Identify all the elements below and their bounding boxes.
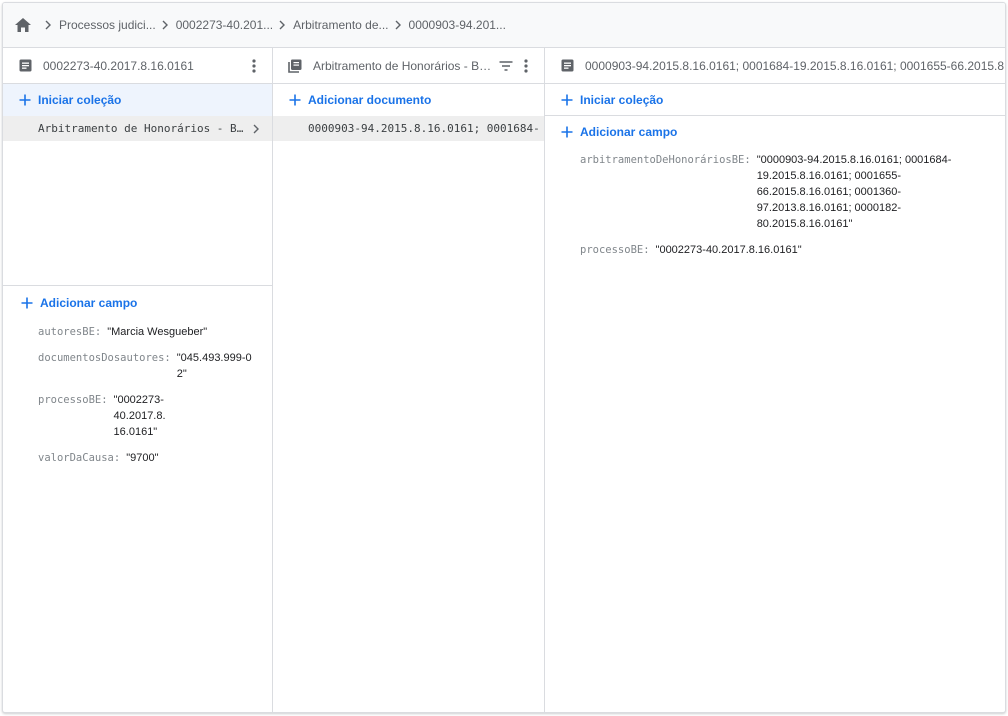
field-row[interactable]: processoBE: "0002273-40.2017.8.16.0161" xyxy=(38,392,260,440)
document-item[interactable]: 0000903-94.2015.8.16.0161; 0001684- xyxy=(273,116,544,141)
add-document-button[interactable]: Adicionar documento xyxy=(273,84,544,116)
start-collection-label: Iniciar coleção xyxy=(580,92,664,107)
field-key: documentosDosautores: xyxy=(38,352,171,364)
start-collection-button[interactable]: Iniciar coleção xyxy=(545,84,1005,116)
field-row[interactable]: valorDaCausa: "9700" xyxy=(38,450,260,466)
breadcrumb: Processos judici... 0002273-40.201... Ar… xyxy=(3,3,1005,48)
panel-header: 0002273-40.2017.8.16.0161 xyxy=(3,48,272,84)
more-vert-icon[interactable] xyxy=(516,56,536,76)
collection-item[interactable]: Arbitramento de Honorários - B... xyxy=(3,116,272,141)
field-key: arbitramentoDeHonoráriosBE: xyxy=(580,154,751,166)
chevron-right-icon xyxy=(250,123,262,135)
field-key: processoBE: xyxy=(38,394,108,406)
breadcrumb-item-document[interactable]: 0002273-40.201... xyxy=(176,18,273,32)
panel-title: 0002273-40.2017.8.16.0161 xyxy=(43,58,194,73)
plus-icon xyxy=(19,295,35,311)
field-list: autoresBE: "Marcia Wesgueber" documentos… xyxy=(38,324,260,466)
start-collection-label: Iniciar coleção xyxy=(38,93,122,107)
field-key: processoBE: xyxy=(580,244,650,256)
plus-icon xyxy=(17,92,33,108)
field-value: "0002273-40.2017.8.16.0161" xyxy=(113,394,166,438)
chevron-right-icon xyxy=(275,18,289,32)
field-key: valorDaCausa: xyxy=(38,452,121,464)
field-list: arbitramentoDeHonoráriosBE: "0000903-94.… xyxy=(545,148,1005,258)
breadcrumb-item-subdocument[interactable]: 0000903-94.201... xyxy=(409,18,506,32)
field-key: autoresBE: xyxy=(38,326,102,338)
chevron-right-icon xyxy=(41,18,55,32)
panel-title: 0000903-94.2015.8.16.0161; 0001684-19.20… xyxy=(585,58,1006,73)
breadcrumb-item-collection[interactable]: Processos judici... xyxy=(59,18,156,32)
panel-header: Arbitramento de Honorários - Base d... xyxy=(273,48,544,84)
add-field-label: Adicionar campo xyxy=(40,296,138,310)
panels: 0002273-40.2017.8.16.0161 Iniciar coleçã… xyxy=(3,48,1005,712)
plus-icon xyxy=(287,92,303,108)
field-row[interactable]: processoBE: "0002273-40.2017.8.16.0161" xyxy=(580,242,1005,258)
plus-icon xyxy=(559,92,575,108)
field-row[interactable]: documentosDosautores: "045.493.999-02" xyxy=(38,350,260,382)
add-document-label: Adicionar documento xyxy=(308,93,432,107)
collection-icon xyxy=(285,56,305,76)
start-collection-button[interactable]: Iniciar coleção xyxy=(3,84,272,116)
firestore-data-viewer: Processos judici... 0002273-40.201... Ar… xyxy=(2,2,1006,713)
field-value: "9700" xyxy=(126,452,159,464)
field-row[interactable]: autoresBE: "Marcia Wesgueber" xyxy=(38,324,260,340)
collection-item-label: Arbitramento de Honorários - B... xyxy=(38,122,246,135)
field-value: "045.493.999-02" xyxy=(176,352,252,380)
document-icon xyxy=(15,56,35,76)
add-field-button[interactable]: Adicionar campo xyxy=(545,116,1005,148)
plus-icon xyxy=(559,124,575,140)
panel-title: Arbitramento de Honorários - Base d... xyxy=(313,58,496,73)
chevron-right-icon xyxy=(158,18,172,32)
breadcrumb-item-subcollection[interactable]: Arbitramento de... xyxy=(293,18,388,32)
subdocument-panel: 0000903-94.2015.8.16.0161; 0001684-19.20… xyxy=(545,48,1006,712)
collection-panel: Arbitramento de Honorários - Base d... A… xyxy=(273,48,545,712)
field-value: "0002273-40.2017.8.16.0161" xyxy=(655,244,802,256)
add-field-button[interactable]: Adicionar campo xyxy=(5,287,272,319)
document-item-label: 0000903-94.2015.8.16.0161; 0001684- xyxy=(308,122,540,135)
field-value: "Marcia Wesgueber" xyxy=(107,326,208,338)
field-value: "0000903-94.2015.8.16.0161; 0001684-19.2… xyxy=(756,154,952,230)
home-icon[interactable] xyxy=(13,15,33,35)
add-field-label: Adicionar campo xyxy=(580,125,678,139)
filter-icon[interactable] xyxy=(496,56,516,76)
document-panel: 0002273-40.2017.8.16.0161 Iniciar coleçã… xyxy=(3,48,273,712)
divider xyxy=(3,285,272,286)
chevron-right-icon xyxy=(391,18,405,32)
field-row[interactable]: arbitramentoDeHonoráriosBE: "0000903-94.… xyxy=(580,152,1005,232)
more-vert-icon[interactable] xyxy=(244,56,264,76)
panel-header: 0000903-94.2015.8.16.0161; 0001684-19.20… xyxy=(545,48,1006,84)
document-icon xyxy=(557,56,577,76)
